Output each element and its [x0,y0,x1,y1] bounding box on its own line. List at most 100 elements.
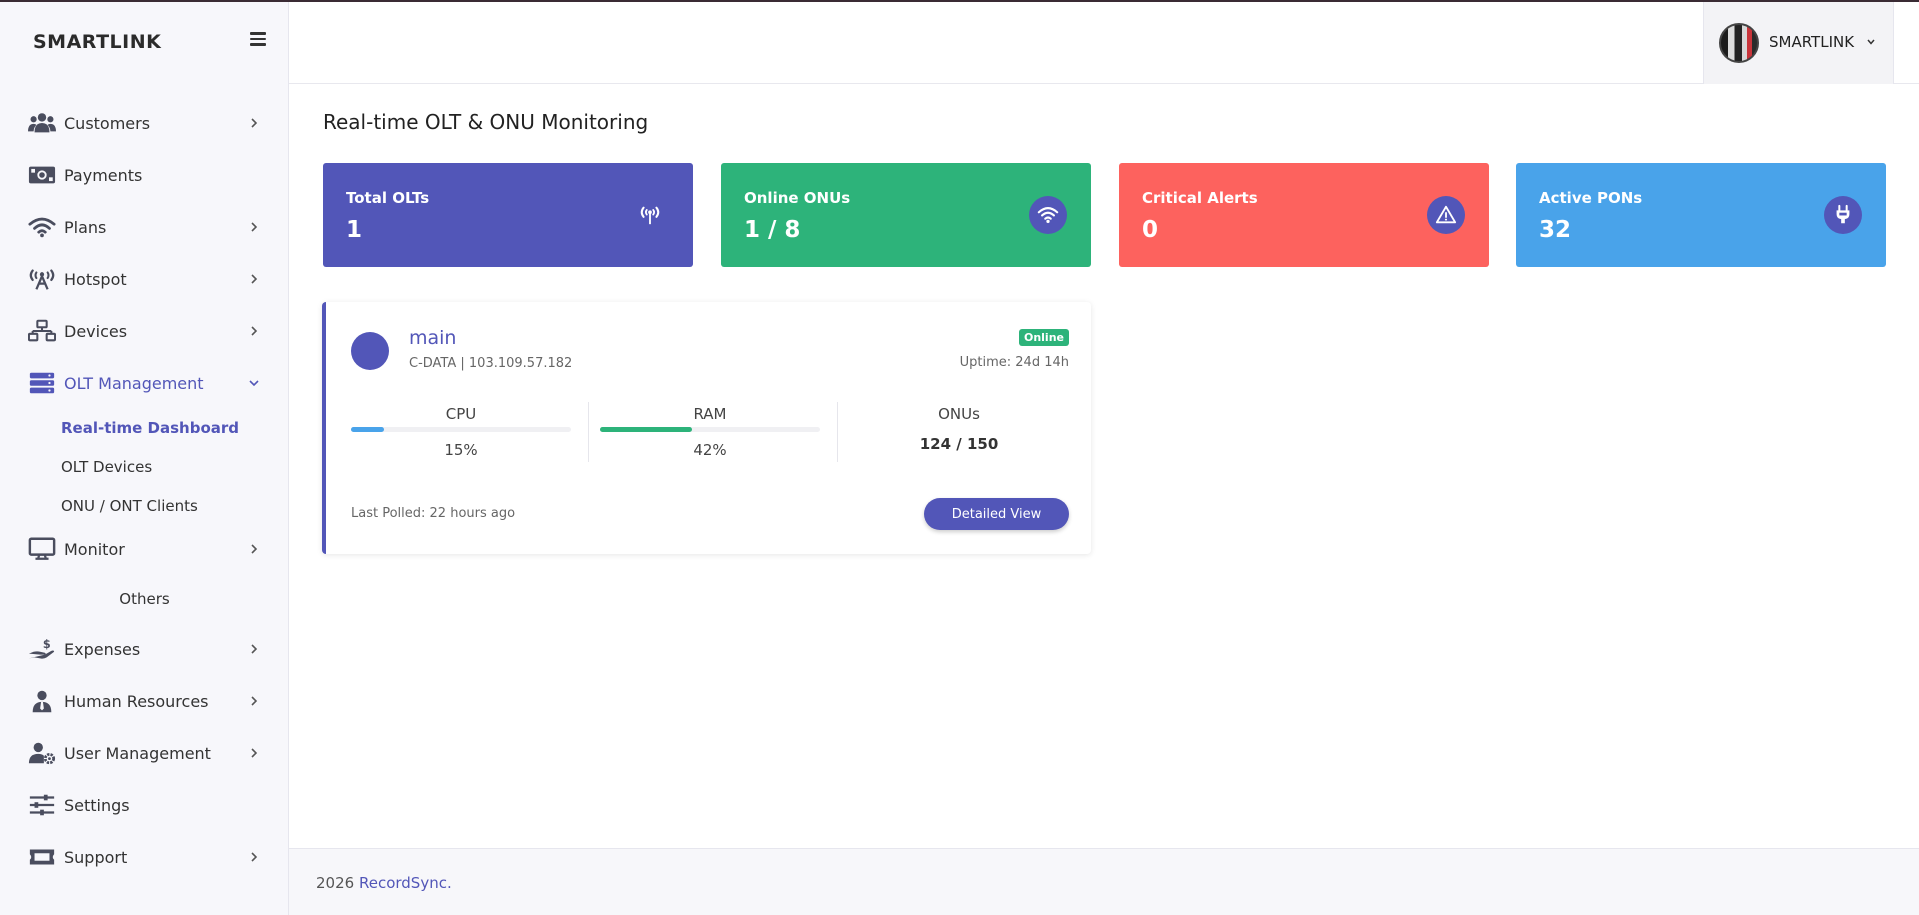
sidebar-item-label: Devices [64,321,128,341]
detailed-view-button[interactable]: Detailed View [924,498,1069,530]
stat-card-critical-alerts: Critical Alerts 0 [1119,163,1489,267]
metric-value: 15% [444,441,478,459]
sidebar-item-devices[interactable]: Devices [0,311,289,351]
sidebar-item-human-resources[interactable]: Human Resources [0,681,289,721]
sidebar-item-label: Monitor [64,539,125,559]
top-header [289,2,1919,84]
chevron-right-icon [251,274,258,284]
page-title: Real-time OLT & ONU Monitoring [323,110,649,134]
hand-dollar-icon: $ [27,636,57,662]
sidebar-item-label: Expenses [64,639,141,659]
metric-value: 124 / 150 [919,435,999,453]
wifi-icon [27,214,57,240]
server-icon [27,370,57,396]
sidebar-item-user-management[interactable]: User Management [0,733,289,773]
sidebar-subitem-olt-devices[interactable]: OLT Devices [61,458,152,476]
status-badge: Online [1018,329,1069,346]
sidebar-subitem-onu-clients[interactable]: ONU / ONT Clients [61,497,198,515]
metric-value: 42% [693,441,727,459]
stat-title: Critical Alerts [1142,189,1258,207]
sidebar-item-settings[interactable]: Settings [0,785,289,825]
brand-logo[interactable]: SMARTLINK [33,31,161,53]
chevron-right-icon [251,748,258,758]
wifi-icon [1029,196,1067,234]
metric-label: RAM [693,405,727,423]
olt-name[interactable]: main [409,327,456,349]
footer-year: 2026 [316,874,355,892]
ram-progress-fill [600,427,693,432]
cpu-progress-fill [351,427,384,432]
warning-icon [1427,196,1465,234]
footer: 2026 RecordSync. [289,848,1919,915]
money-icon [27,162,57,188]
chevron-down-icon [1867,39,1875,45]
sidebar-item-plans[interactable]: Plans [0,207,289,247]
sidebar-item-label: Hotspot [64,269,127,289]
chevron-right-icon [251,696,258,706]
last-polled: Last Polled: 22 hours ago [351,506,516,521]
cpu-progress-bar [351,427,571,432]
olt-card: main C-DATA | 103.109.57.182 Online Upti… [322,302,1091,554]
metric-cpu: CPU 15% [351,401,571,461]
metric-onus: ONUs 124 / 150 [849,401,1069,461]
stat-card-total-olts: Total OLTs 1 [323,163,693,267]
sidebar-item-monitor[interactable]: Monitor [0,529,289,569]
metric-ram: RAM 42% [600,401,820,461]
stat-title: Online ONUs [744,189,851,207]
divider [588,402,589,462]
hamburger-menu-icon[interactable] [250,32,266,46]
footer-text: 2026 RecordSync. [316,874,452,892]
sidebar-item-label: Settings [64,795,130,815]
user-menu[interactable]: SMARTLINK [1703,2,1894,84]
divider [837,402,838,462]
stat-value: 1 [346,217,363,243]
footer-link[interactable]: RecordSync. [359,874,452,892]
sidebar-item-payments[interactable]: Payments [0,155,289,195]
sidebar-item-hotspot[interactable]: Hotspot [0,259,289,299]
ram-progress-bar [600,427,820,432]
user-name: SMARTLINK [1769,33,1855,51]
sidebar-subitem-realtime-dashboard[interactable]: Real-time Dashboard [61,419,239,437]
sidebar-item-expenses[interactable]: $ Expenses [0,629,289,669]
broadcast-tower-icon [27,266,57,292]
sidebar-item-label: OLT Management [64,373,204,393]
user-gear-icon [27,740,57,766]
sliders-icon [27,792,57,818]
chevron-right-icon [251,326,258,336]
avatar [1719,23,1759,63]
stat-value: 1 / 8 [744,217,801,243]
users-icon [27,110,57,136]
metric-label: CPU [445,405,477,423]
chevron-right-icon [251,118,258,128]
sidebar-item-support[interactable]: Support [0,837,289,877]
sidebar-item-customers[interactable]: Customers [0,103,289,143]
chevron-right-icon [251,644,258,654]
olt-subtitle: C-DATA | 103.109.57.182 [409,356,573,371]
network-icon [27,318,57,344]
sidebar-item-label: Plans [64,217,107,237]
chevron-right-icon [251,222,258,232]
sidebar-item-label: Payments [64,165,143,185]
metric-label: ONUs [938,405,980,423]
sidebar-item-label: Customers [64,113,151,133]
chevron-right-icon [251,544,258,554]
chevron-right-icon [251,852,258,862]
olt-status-indicator [351,332,389,370]
stat-value: 32 [1539,217,1572,243]
stat-card-active-pons: Active PONs 32 [1516,163,1886,267]
stat-value: 0 [1142,217,1159,243]
olt-uptime: Uptime: 24d 14h [959,355,1069,370]
chevron-down-icon [249,380,259,387]
sidebar-section-others: Others [119,590,170,608]
ticket-icon [27,844,57,870]
sidebar-item-label: Support [64,847,128,867]
stat-title: Active PONs [1539,189,1643,207]
monitor-icon [27,536,57,562]
stat-title: Total OLTs [346,189,430,207]
user-tie-icon [27,688,57,714]
sidebar-item-olt-management[interactable]: OLT Management [0,363,289,403]
sidebar: SMARTLINK Customers Payments Plans Hotsp… [0,2,289,915]
antenna-icon [631,196,669,234]
sidebar-item-label: Human Resources [64,691,209,711]
stat-card-online-onus: Online ONUs 1 / 8 [721,163,1091,267]
